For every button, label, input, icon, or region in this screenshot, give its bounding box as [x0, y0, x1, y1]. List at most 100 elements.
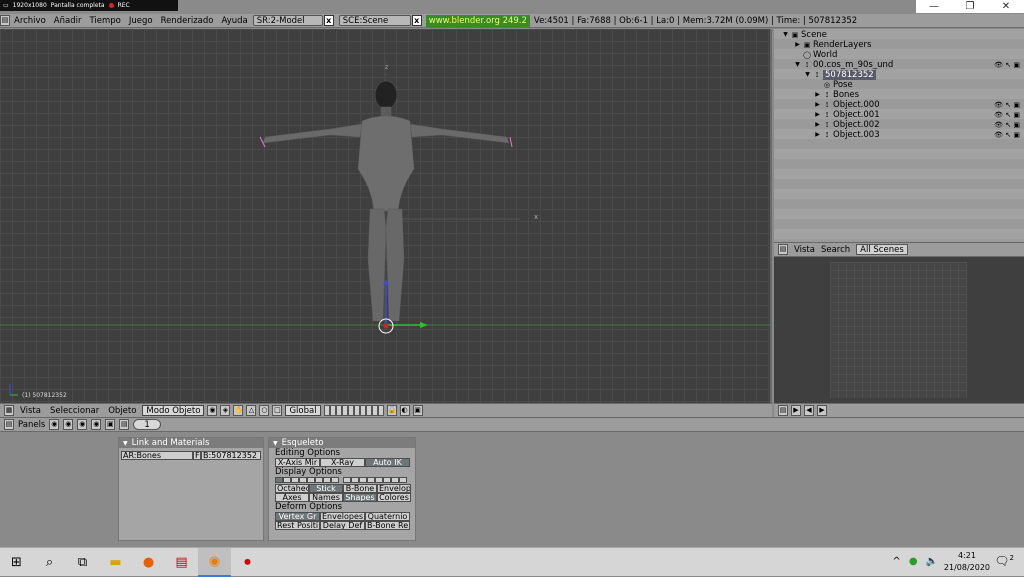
tree-row[interactable]: ▶ ⟟ Object.003 👁 ↖ ▣: [814, 130, 1022, 140]
recorder-icon[interactable]: ⏺: [231, 548, 264, 577]
armature-name-field[interactable]: AR:Bones: [121, 451, 193, 460]
delay-deform-button[interactable]: Delay Def: [320, 521, 365, 530]
preview-pane[interactable]: [774, 257, 1024, 403]
axes-button[interactable]: Axes: [275, 493, 309, 502]
pdf-reader-icon[interactable]: ▤: [165, 548, 198, 577]
collapse-icon[interactable]: ▼: [273, 440, 278, 447]
render-icon[interactable]: ◐: [399, 405, 410, 416]
editing-context-icon[interactable]: ▣: [105, 419, 116, 430]
frame-number-field[interactable]: 1: [133, 419, 161, 430]
expand-icon[interactable]: ▶: [794, 40, 801, 50]
play-icon[interactable]: ▶: [791, 405, 801, 416]
tree-row[interactable]: ▶ ⟟ Object.002 👁 ↖ ▣: [814, 120, 1022, 130]
visibility-icons[interactable]: 👁 ↖ ▣: [994, 60, 1020, 70]
outliner-filter-select[interactable]: All Scenes: [856, 244, 908, 255]
window-type-icon[interactable]: ▤: [778, 244, 788, 255]
file-explorer-icon[interactable]: ▬: [99, 548, 132, 577]
tree-row[interactable]: ▶ ▣ RenderLayers: [794, 40, 871, 50]
object-context-icon[interactable]: ◉: [91, 419, 102, 430]
octahedral-button[interactable]: Octahedr: [275, 484, 309, 493]
manipulator-scale-icon[interactable]: □: [272, 405, 283, 416]
fake-user-button[interactable]: F: [193, 451, 201, 460]
status-check-icon[interactable]: ●: [909, 556, 918, 567]
chevron-up-icon[interactable]: ^: [892, 556, 900, 567]
menu-vista[interactable]: Vista: [17, 406, 44, 416]
orientation-selector[interactable]: Global: [285, 405, 321, 416]
window-type-icon[interactable]: ▤: [778, 405, 788, 416]
visibility-icons[interactable]: 👁 ↖ ▣: [994, 130, 1020, 140]
skeleton-panel-title[interactable]: ▼ Esqueleto: [269, 438, 415, 448]
screen-selector[interactable]: SR:2-Model: [252, 15, 323, 26]
layer-buttons[interactable]: [323, 405, 384, 416]
b-bone-rest-button[interactable]: B-Bone Re: [365, 521, 410, 530]
clock[interactable]: 4:21 21/08/2020: [944, 550, 990, 574]
tree-row[interactable]: ▼ ⟟ 507812352: [804, 70, 876, 80]
stick-button[interactable]: Stick: [309, 484, 343, 493]
envelopes-button[interactable]: Envelopes: [320, 512, 365, 521]
x-ray-button[interactable]: X-Ray: [320, 458, 365, 467]
minimize-button[interactable]: —: [916, 0, 952, 13]
firefox-icon[interactable]: ●: [132, 548, 165, 577]
panels-menu[interactable]: Panels: [18, 420, 45, 430]
outliner[interactable]: ▼ ▣ Scene ▶ ▣ RenderLayers ◯ World ▼ ⟟ 0…: [774, 29, 1024, 243]
outliner-menu-search[interactable]: Search: [821, 245, 850, 255]
expand-icon[interactable]: ▼: [794, 60, 801, 70]
expand-icon[interactable]: ▶: [814, 120, 821, 130]
menu-seleccionar[interactable]: Seleccionar: [47, 406, 102, 416]
search-icon[interactable]: ⌕: [33, 548, 66, 577]
bone-name-field[interactable]: B:507812352: [201, 451, 261, 460]
menu-archivo[interactable]: Archivo: [10, 16, 50, 26]
next-icon[interactable]: ▶: [817, 405, 827, 416]
tree-row[interactable]: ▼ ⟟ 00.cos_m_90s_und 👁 ↖ ▣: [794, 60, 1022, 70]
screenshot-icon[interactable]: ▣: [412, 405, 423, 416]
envelope-button[interactable]: Envelop: [377, 484, 411, 493]
blender-url[interactable]: www.blender.org 249.2: [425, 14, 530, 27]
3d-viewport[interactable]: x z (1) 507812352: [0, 29, 772, 403]
expand-icon[interactable]: ▼: [782, 30, 789, 40]
shading-context-icon[interactable]: ◉: [77, 419, 88, 430]
quaternion-button[interactable]: Quaternio: [365, 512, 410, 521]
menu-objeto[interactable]: Objeto: [105, 406, 139, 416]
vertex-groups-button[interactable]: Vertex Gr: [275, 512, 320, 521]
task-view-icon[interactable]: ⧉: [66, 548, 99, 577]
visibility-icons[interactable]: 👁 ↖ ▣: [994, 120, 1020, 130]
auto-ik-button[interactable]: Auto IK: [365, 458, 410, 467]
draw-type-icon[interactable]: ◉: [207, 405, 218, 416]
window-type-icon[interactable]: ▤: [4, 419, 14, 430]
link-panel-title[interactable]: ▼ Link and Materials: [119, 438, 263, 448]
notifications-icon[interactable]: 🗨2: [994, 554, 1014, 568]
outliner-menu-vista[interactable]: Vista: [794, 245, 815, 255]
windows-start-icon[interactable]: ⊞: [0, 548, 33, 577]
scene-context-icon[interactable]: ▤: [119, 419, 130, 430]
names-button[interactable]: Names: [309, 493, 343, 502]
tree-row[interactable]: ▶ ⟟ Object.001 👁 ↖ ▣: [814, 110, 1022, 120]
window-type-icon[interactable]: ▦: [4, 405, 14, 416]
close-button[interactable]: ✕: [988, 0, 1024, 13]
screen-close-icon[interactable]: x: [323, 15, 334, 26]
menu-renderizado[interactable]: Renderizado: [157, 16, 218, 26]
b-bone-button[interactable]: B-Bone: [343, 484, 377, 493]
visibility-icons[interactable]: 👁 ↖ ▣: [994, 100, 1020, 110]
rest-position-button[interactable]: Rest Positi: [275, 521, 320, 530]
x-axis-mirror-button[interactable]: X-Axis Mir: [275, 458, 320, 467]
shapes-button[interactable]: Shapes: [343, 493, 377, 502]
tree-row[interactable]: ▶ ⟟ Bones: [814, 90, 859, 100]
manipulator-move-icon[interactable]: △: [246, 405, 257, 416]
visibility-icons[interactable]: 👁 ↖ ▣: [994, 110, 1020, 120]
collapse-icon[interactable]: ▼: [123, 440, 128, 447]
manipulator-rotate-icon[interactable]: ○: [259, 405, 270, 416]
bone-layers-row[interactable]: [275, 477, 415, 483]
maximize-button[interactable]: ❐: [952, 0, 988, 13]
colors-button[interactable]: Colores: [377, 493, 411, 502]
menu-anadir[interactable]: Añadir: [50, 16, 86, 26]
expand-icon[interactable]: ▶: [814, 110, 821, 120]
window-type-icon[interactable]: ▤: [0, 15, 10, 26]
system-tray[interactable]: ^ ● 🔈: [892, 556, 938, 567]
tree-row[interactable]: ◯ World: [794, 50, 837, 60]
prev-icon[interactable]: ◀: [804, 405, 814, 416]
lock-icon[interactable]: 🔒: [386, 405, 397, 416]
tree-row[interactable]: ▼ ▣ Scene: [782, 30, 827, 40]
menu-tiempo[interactable]: Tiempo: [85, 16, 124, 26]
expand-icon[interactable]: ▼: [804, 70, 811, 80]
volume-icon[interactable]: 🔈: [926, 556, 938, 567]
